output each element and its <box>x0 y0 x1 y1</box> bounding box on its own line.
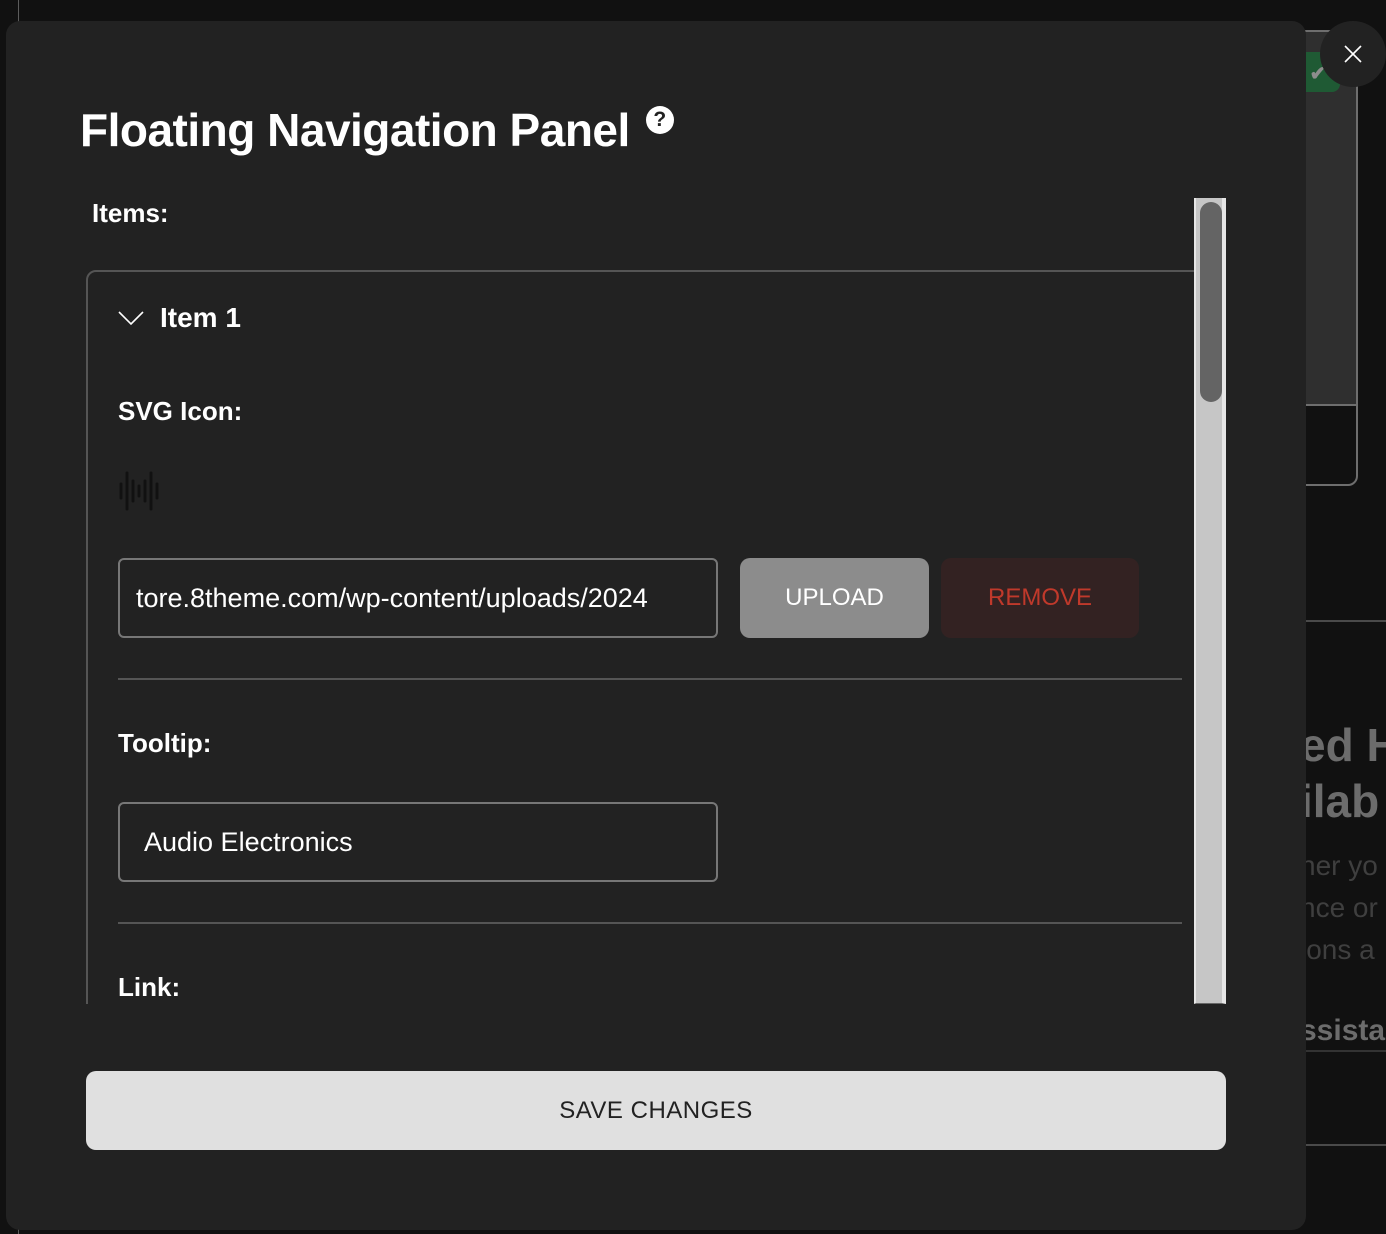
item-toggle[interactable]: Item 1 <box>118 302 241 334</box>
item-title: Item 1 <box>160 302 241 333</box>
question-circle-icon[interactable]: ? <box>645 106 674 134</box>
scrollbar[interactable] <box>1194 198 1226 1004</box>
background-link: ssista <box>1300 1014 1386 1047</box>
background-heading-line-1: ed H <box>1300 719 1386 771</box>
background-paragraph-line-1: her yo <box>1300 850 1378 881</box>
close-icon <box>1344 45 1362 63</box>
audio-waveform-icon <box>118 470 160 517</box>
close-button[interactable] <box>1320 21 1386 87</box>
nav-item-panel: Item 1 SVG Icon: UPLOAD REMOVE Tooltip: <box>86 270 1194 1004</box>
background-paragraph-line-2: nce or <box>1300 892 1378 923</box>
items-scroll-area[interactable]: Items: Item 1 SVG Icon: tore.8theme.com/… <box>86 198 1194 1004</box>
scrollbar-thumb[interactable] <box>1200 202 1222 402</box>
save-changes-button[interactable]: SAVE CHANGES <box>86 1071 1226 1150</box>
remove-button[interactable]: REMOVE <box>941 558 1139 638</box>
background-paragraph-line-3: ions a <box>1300 934 1375 965</box>
tooltip-label: Tooltip: <box>118 728 212 758</box>
modal-header: Floating Navigation Panel ? <box>80 100 674 160</box>
section-divider <box>118 678 1182 680</box>
upload-button[interactable]: UPLOAD <box>740 558 929 638</box>
svg-url-input[interactable] <box>118 558 718 638</box>
svg-icon-label: SVG Icon: <box>118 396 243 426</box>
chevron-down-icon <box>118 311 144 326</box>
background-heading-line-2: ilab <box>1300 775 1380 827</box>
modal-title: Floating Navigation Panel <box>80 104 630 156</box>
link-label: Link: <box>118 972 181 1002</box>
section-divider <box>118 922 1182 924</box>
items-label: Items: <box>92 198 169 228</box>
tooltip-input[interactable] <box>118 802 718 882</box>
